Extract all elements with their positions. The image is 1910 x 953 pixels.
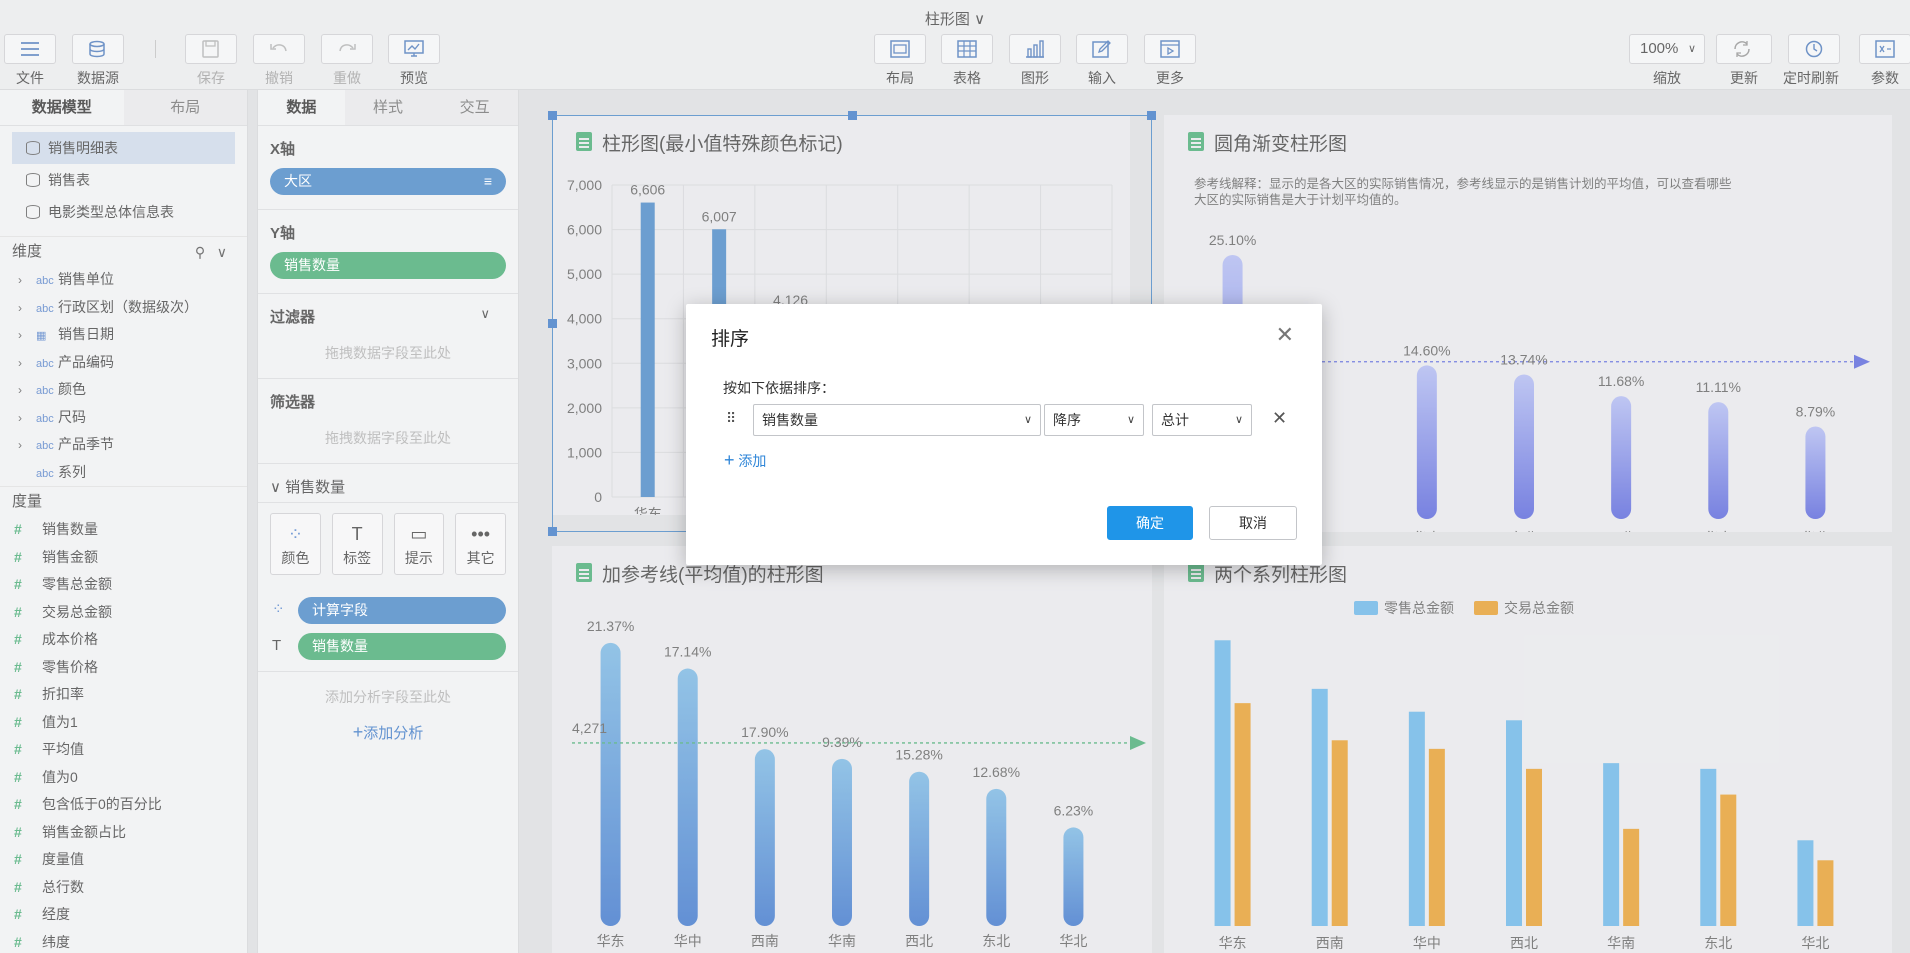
dialog-subtitle: 按如下依据排序： [723, 380, 835, 396]
dialog-title: 排序 [711, 329, 750, 350]
close-icon[interactable]: ✕ [1276, 322, 1294, 348]
chevron-down-icon: ∨ [1023, 414, 1032, 426]
sort-scope-select[interactable]: 总计 ∨ [1152, 404, 1252, 436]
drag-handle-icon[interactable]: ⠿ [726, 410, 736, 427]
plus-icon: + [724, 450, 735, 470]
add-rule-label: 添加 [738, 453, 767, 469]
confirm-button[interactable]: 确定 [1107, 506, 1193, 540]
sort-order-select[interactable]: 降序 ∨ [1044, 404, 1144, 436]
remove-rule-icon[interactable]: ✕ [1272, 408, 1287, 429]
cancel-button[interactable]: 取消 [1209, 506, 1297, 540]
chevron-down-icon: ∨ [1126, 414, 1135, 426]
chevron-down-icon: ∨ [1234, 414, 1243, 426]
sort-field-value: 销售数量 [762, 412, 818, 428]
app-root: 柱形图 ∨ 文件 数据源 保存 撤销 重做 预览 布局 表格 图形 输入 更多 … [0, 0, 1910, 953]
sort-order-value: 降序 [1053, 412, 1081, 428]
sort-field-select[interactable]: 销售数量 ∨ [753, 404, 1041, 436]
sort-scope-value: 总计 [1161, 412, 1189, 428]
add-rule-link[interactable]: + 添加 [724, 450, 766, 471]
sort-dialog: 排序 ✕ 按如下依据排序： ⠿ 销售数量 ∨ 降序 ∨ 总计 ∨ ✕ + 添加 确定 … [686, 304, 1322, 565]
